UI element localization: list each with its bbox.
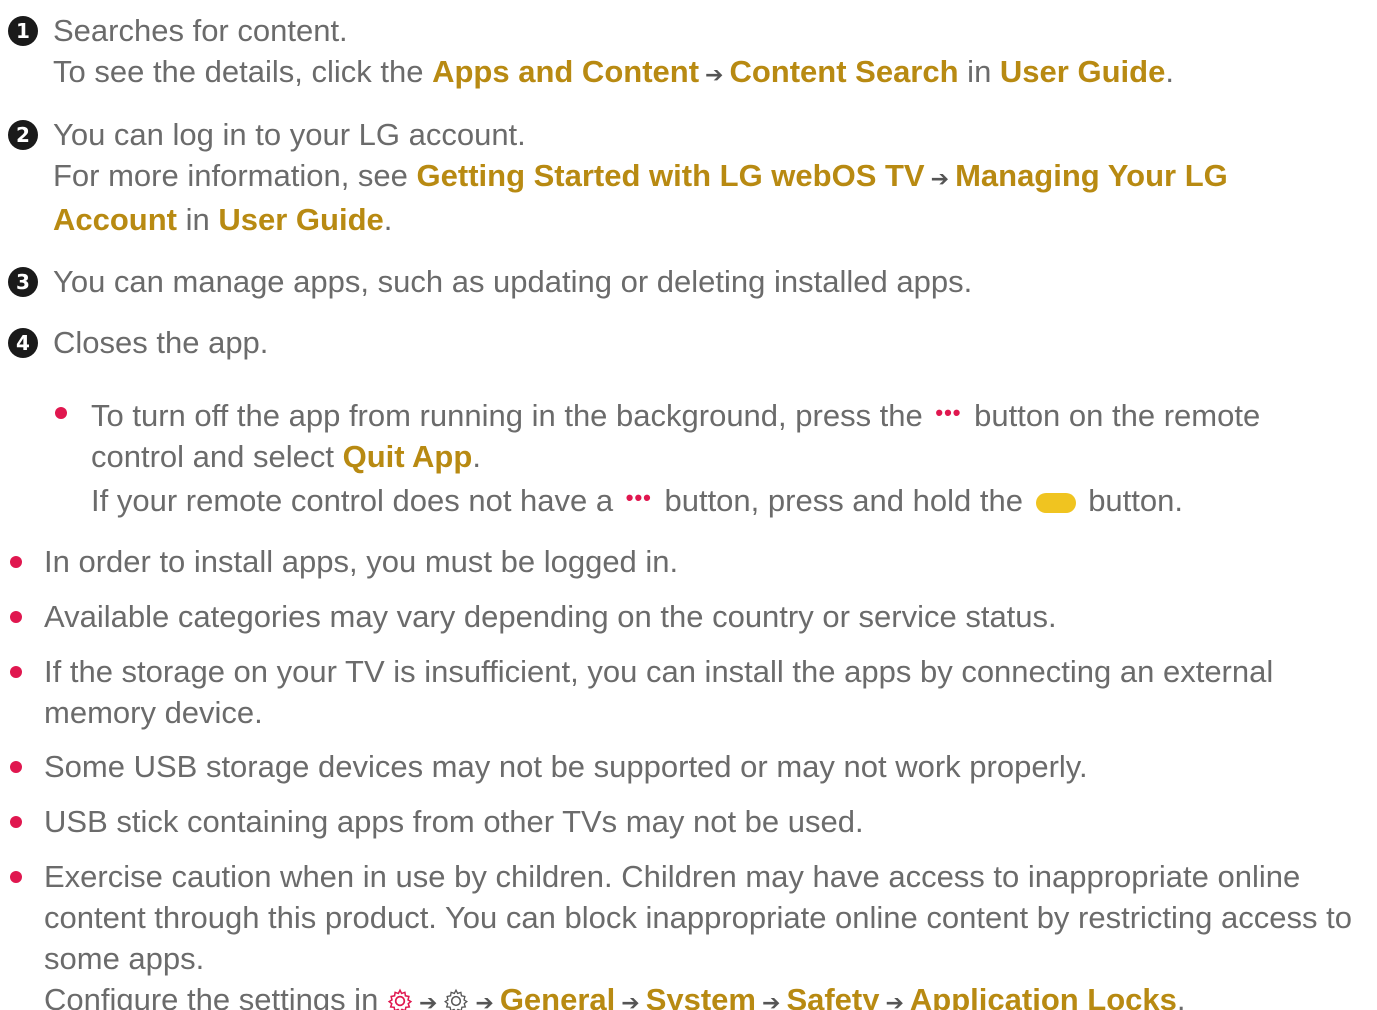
step-3-text: You can manage apps, such as updating or… (53, 264, 973, 299)
bullet-dot (10, 666, 22, 678)
step-1-detail: To see the details, click the Apps and C… (53, 54, 1174, 89)
link-safety[interactable]: Safety (786, 982, 879, 1010)
step-2: 2 You can log in to your LG account. For… (8, 114, 1348, 240)
step-4-text: Closes the app. (53, 325, 269, 360)
link-getting-started[interactable]: Getting Started with LG webOS TV (417, 158, 925, 193)
link-general[interactable]: General (500, 982, 615, 1010)
bullet-dot (10, 611, 22, 623)
link-managing-lg-account-cont[interactable]: Account (53, 202, 177, 237)
yellow-button-icon (1035, 493, 1076, 513)
link-system[interactable]: System (646, 982, 756, 1010)
bullet-dot (55, 407, 67, 419)
bullet-dot (10, 871, 22, 883)
note-item: Some USB storage devices may not be supp… (10, 746, 1360, 787)
step-number-badge: 1 (8, 16, 38, 46)
link-application-locks[interactable]: Application Locks (910, 982, 1177, 1010)
bullet-dot (10, 816, 22, 828)
more-actions-button-icon: ••• (625, 485, 652, 510)
bullet-dot (10, 556, 22, 568)
note-item: USB stick containing apps from other TVs… (10, 801, 1360, 842)
step-number-badge: 4 (8, 328, 38, 358)
step-2-detail: For more information, see Getting Starte… (53, 158, 1228, 237)
note-item: Available categories may vary depending … (10, 596, 1360, 637)
step-1-text: Searches for content. (53, 13, 348, 48)
arrow-icon: ➔ (418, 990, 438, 1010)
step-number-badge: 3 (8, 267, 38, 297)
arrow-icon: ➔ (762, 990, 781, 1010)
step-2-text: You can log in to your LG account. (53, 117, 526, 152)
quit-app-note: To turn off the app from running in the … (55, 392, 1355, 521)
step-number-badge: 2 (8, 120, 38, 150)
link-user-guide[interactable]: User Guide (1000, 54, 1165, 89)
link-managing-lg-account[interactable]: Managing Your LG (955, 158, 1228, 193)
note-item: If the storage on your TV is insufficien… (10, 651, 1360, 733)
step-4: 4 Closes the app. (8, 322, 1348, 363)
step-3: 3 You can manage apps, such as updating … (8, 261, 1348, 302)
note-item: Exercise caution when in use by children… (10, 856, 1360, 1010)
arrow-icon: ➔ (621, 990, 640, 1010)
link-quit-app[interactable]: Quit App (343, 439, 473, 474)
link-content-search[interactable]: Content Search (729, 54, 958, 89)
link-user-guide[interactable]: User Guide (218, 202, 383, 237)
bullet-dot (10, 761, 22, 773)
arrow-icon: ➔ (885, 990, 904, 1010)
config-path: Configure the settings in ➔ ➔ General ➔ Syst… (44, 979, 1364, 1010)
arrow-icon: ➔ (705, 62, 724, 87)
arrow-icon: ➔ (475, 990, 494, 1010)
link-apps-and-content[interactable]: Apps and Content (432, 54, 699, 89)
gear-icon (444, 988, 469, 1010)
arrow-icon: ➔ (930, 166, 950, 191)
more-actions-button-icon: ••• (935, 400, 962, 425)
note-item: In order to install apps, you must be lo… (10, 541, 1360, 582)
step-1: 1 Searches for content. To see the detai… (8, 10, 1348, 95)
settings-gear-icon (387, 988, 413, 1010)
